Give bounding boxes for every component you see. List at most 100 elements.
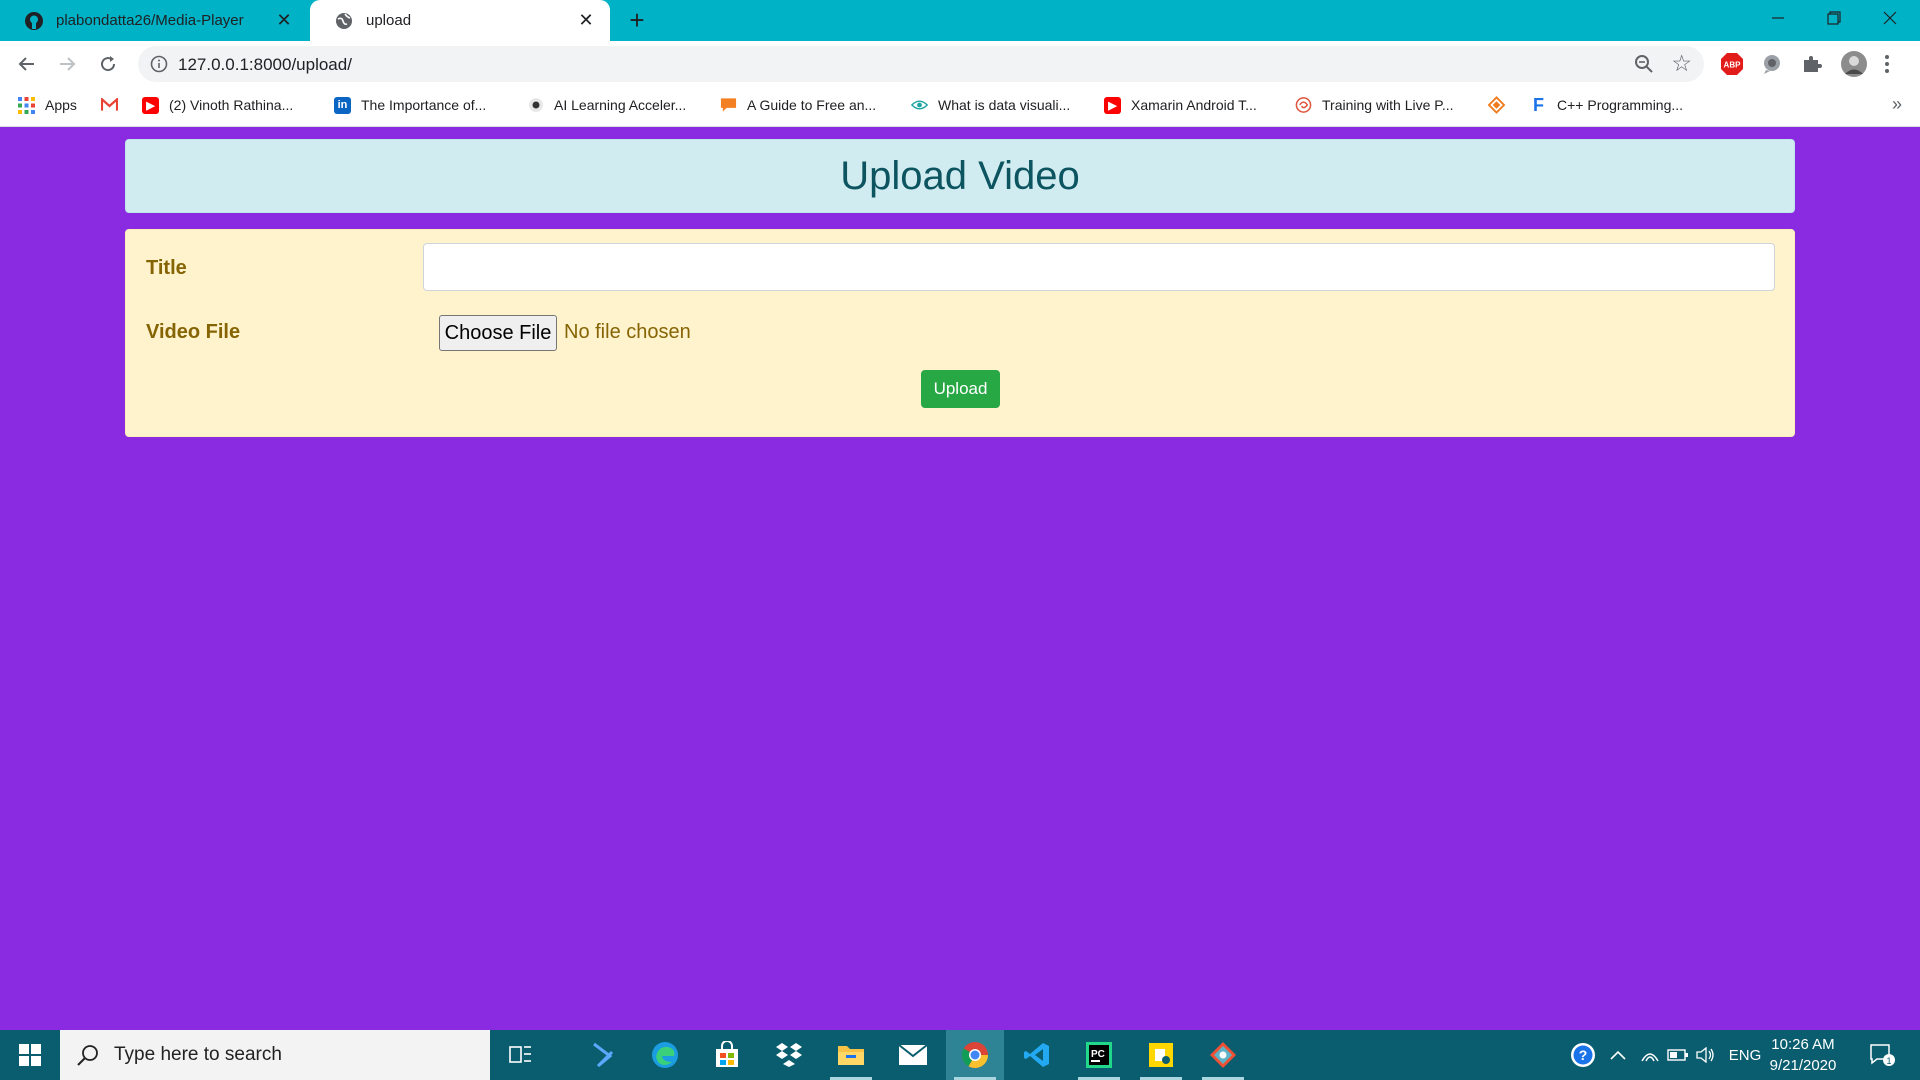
bookmark-diamond[interactable] <box>1488 87 1515 123</box>
windows-start-button[interactable] <box>0 1030 60 1080</box>
browser-toolbar: 127.0.0.1:8000/upload/ ☆ ABP <box>0 41 1920 87</box>
bookmark-xamarin[interactable]: ▶ Xamarin Android T... <box>1104 87 1257 123</box>
bookmark-vinoth[interactable]: ▶ (2) Vinoth Rathina... <box>142 87 293 123</box>
close-tab-icon[interactable]: ✕ <box>274 10 294 30</box>
linkedin-icon: in <box>334 96 351 114</box>
show-hidden-icons-chevron-icon[interactable] <box>1606 1030 1630 1080</box>
adblock-icon[interactable]: ABP <box>1720 52 1744 76</box>
file-status-text: No file chosen <box>564 321 691 343</box>
task-view-icon <box>509 1046 531 1063</box>
taskbar-app-pycharm[interactable]: PC <box>1070 1030 1128 1080</box>
choose-file-button[interactable]: Choose File <box>439 315 557 351</box>
volume-icon[interactable] <box>1694 1030 1718 1080</box>
upload-button[interactable]: Upload <box>921 370 1000 408</box>
eye-icon <box>911 97 928 114</box>
taskbar-app-sticky[interactable] <box>1132 1030 1190 1080</box>
bookmark-data-vis[interactable]: What is data visuali... <box>911 87 1070 123</box>
task-view-button[interactable] <box>492 1030 550 1080</box>
pycharm-icon: PC <box>1086 1042 1112 1068</box>
tab-title: plabondatta26/Media-Player <box>56 12 244 29</box>
bookmark-training[interactable]: Training with Live P... <box>1295 87 1454 123</box>
dot-icon <box>527 97 544 114</box>
bookmark-label: The Importance of... <box>361 97 487 113</box>
close-window-button[interactable] <box>1862 0 1918 36</box>
git-icon <box>1210 1042 1236 1068</box>
diamond-icon <box>1488 96 1505 114</box>
taskbar-app-mail[interactable] <box>884 1030 942 1080</box>
reload-button[interactable] <box>93 49 123 79</box>
forward-button[interactable] <box>52 49 82 79</box>
taskbar-app-vscode[interactable] <box>1008 1030 1066 1080</box>
taskbar-search[interactable]: Type here to search <box>60 1030 490 1080</box>
bookmark-label: (2) Vinoth Rathina... <box>169 97 294 113</box>
svg-text:?: ? <box>1579 1047 1588 1063</box>
mail-icon <box>898 1044 928 1065</box>
taskbar-app-store[interactable] <box>698 1030 756 1080</box>
bookmark-gmail[interactable] <box>101 87 128 123</box>
url-text[interactable]: 127.0.0.1:8000/upload/ <box>178 55 352 75</box>
taskbar: Type here to search PC ? ENG 10:26 AM 9/… <box>0 1030 1920 1080</box>
notifications-button[interactable]: 1 <box>1862 1030 1902 1080</box>
bookmarks-bar: Apps ▶ (2) Vinoth Rathina... in The Impo… <box>0 87 1920 127</box>
extensions-puzzle-icon[interactable] <box>1800 52 1824 76</box>
bookmark-label: A Guide to Free an... <box>747 97 877 113</box>
help-icon[interactable]: ? <box>1568 1030 1598 1080</box>
taskbar-app-file-explorer[interactable] <box>822 1030 880 1080</box>
swirl-icon <box>1295 97 1312 114</box>
folder-icon <box>838 1046 864 1065</box>
store-icon <box>716 1041 738 1067</box>
bookmark-label: Xamarin Android T... <box>1131 97 1257 113</box>
bookmark-label: AI Learning Acceler... <box>554 97 687 113</box>
tab-upload[interactable]: upload ✕ <box>310 0 610 41</box>
windows-icon <box>19 1044 41 1066</box>
minimize-button[interactable] <box>1750 0 1806 36</box>
github-icon <box>24 11 44 31</box>
zoom-icon[interactable] <box>1634 54 1654 74</box>
clock-time: 10:26 AM <box>1771 1036 1835 1053</box>
wifi-icon[interactable] <box>1638 1030 1662 1080</box>
youtube-icon: ▶ <box>1104 96 1121 114</box>
bookmark-ai-learning[interactable]: AI Learning Acceler... <box>527 87 686 123</box>
search-placeholder: Type here to search <box>114 1044 282 1065</box>
tab-media-player[interactable]: plabondatta26/Media-Player ✕ <box>0 0 308 41</box>
restore-button[interactable] <box>1806 0 1862 36</box>
bookmark-label: What is data visuali... <box>938 97 1071 113</box>
dropbox-icon <box>776 1043 802 1067</box>
svg-text:PC: PC <box>1091 1049 1105 1060</box>
taskbar-app-visual-studio[interactable] <box>574 1030 632 1080</box>
upload-form: Title Video File Choose File No file cho… <box>125 229 1795 437</box>
back-button[interactable] <box>12 49 42 79</box>
sticky-notes-icon <box>1149 1043 1173 1067</box>
bookmark-label: C++ Programming... <box>1557 97 1684 113</box>
extension-chat-icon[interactable] <box>1760 52 1784 76</box>
youtube-icon: ▶ <box>142 96 159 114</box>
edge-icon <box>652 1042 678 1068</box>
info-icon[interactable] <box>150 55 168 73</box>
gmail-icon <box>101 97 118 114</box>
bookmark-star-icon[interactable]: ☆ <box>1671 50 1692 77</box>
taskbar-app-edge[interactable] <box>636 1030 694 1080</box>
close-tab-icon[interactable]: ✕ <box>576 10 596 30</box>
title-input[interactable] <box>423 243 1775 291</box>
new-tab-button[interactable]: + <box>624 7 650 34</box>
svg-text:ABP: ABP <box>1724 61 1742 70</box>
clock-date: 9/21/2020 <box>1769 1057 1837 1074</box>
taskbar-app-dropbox[interactable] <box>760 1030 818 1080</box>
visual-studio-icon <box>593 1042 614 1068</box>
address-bar[interactable]: 127.0.0.1:8000/upload/ ☆ <box>138 46 1704 82</box>
bookmark-apps[interactable]: Apps <box>18 87 77 123</box>
chrome-menu-icon[interactable] <box>1882 52 1892 76</box>
taskbar-app-chrome[interactable] <box>946 1030 1004 1080</box>
more-bookmarks-icon[interactable]: » <box>1892 94 1902 115</box>
profile-avatar[interactable] <box>1840 50 1868 78</box>
battery-icon[interactable] <box>1666 1030 1690 1080</box>
bookmark-cpp[interactable]: F C++ Programming... <box>1530 87 1683 123</box>
tab-title: upload <box>366 12 412 29</box>
search-icon <box>76 1043 100 1067</box>
bookmark-importance[interactable]: in The Importance of... <box>334 87 486 123</box>
clock[interactable]: 10:26 AM 9/21/2020 <box>1758 1034 1848 1076</box>
bookmark-guide[interactable]: A Guide to Free an... <box>720 87 876 123</box>
apps-grid-icon <box>18 96 35 114</box>
taskbar-app-gitkraken[interactable] <box>1194 1030 1252 1080</box>
video-file-label: Video File <box>146 321 241 343</box>
